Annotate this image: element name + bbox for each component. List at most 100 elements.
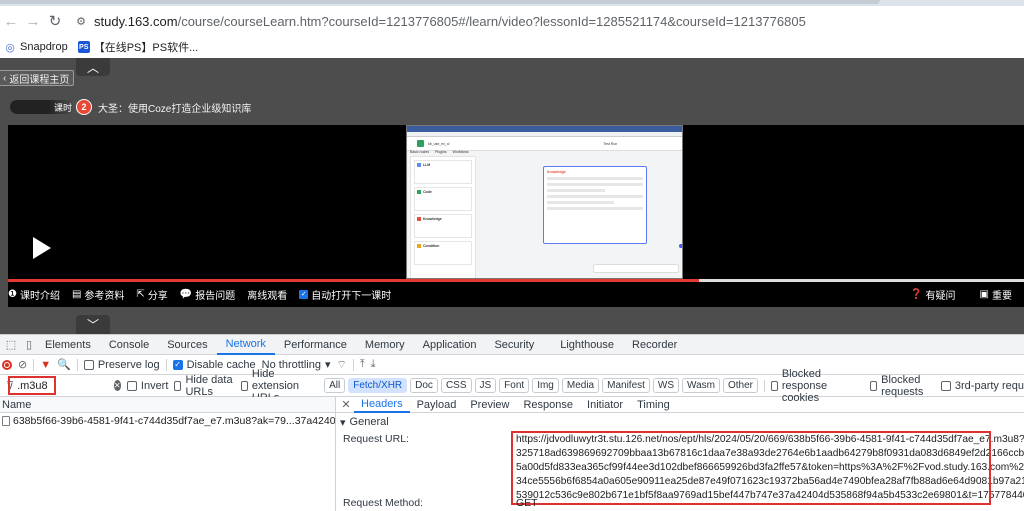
name-column-header[interactable]: Name xyxy=(0,397,335,413)
tab-response[interactable]: Response xyxy=(516,397,580,413)
document-icon: ▤ xyxy=(71,288,82,300)
preserve-log-checkbox[interactable]: Preserve log xyxy=(83,358,160,371)
tab-headers[interactable]: Headers xyxy=(354,397,410,413)
filter-chip-doc[interactable]: Doc xyxy=(410,378,438,393)
play-icon[interactable] xyxy=(33,237,51,259)
ps-icon: PS xyxy=(77,41,90,53)
question-icon: ❓ xyxy=(910,288,923,300)
request-name: 638b5f66-39b6-4581-9f41-c744d35df7ae_e7.… xyxy=(13,415,335,427)
filter-chip-img[interactable]: Img xyxy=(532,378,559,393)
resource-type-chips: All Fetch/XHR Doc CSS JS Font Img Media Manifest… xyxy=(324,378,758,393)
question-button[interactable]: ❓ 有疑问 xyxy=(910,287,955,302)
tab-sources[interactable]: Sources xyxy=(158,335,216,355)
checkbox-checked-icon: ✓ xyxy=(172,359,183,370)
tab-performance[interactable]: Performance xyxy=(275,335,356,355)
filter-chip-css[interactable]: CSS xyxy=(440,378,472,393)
tab-recorder[interactable]: Recorder xyxy=(623,335,686,355)
course-page: ︿ ‹ 返回课程主页 课时 2 大圣：使用Coze打造企业级知识库 kb_use… xyxy=(0,58,1024,334)
checkbox-label: 3rd-party requ xyxy=(954,379,1024,392)
url-host: study.163.com xyxy=(94,13,178,29)
report-button[interactable]: 💬 报告问题 xyxy=(180,287,235,302)
checkbox-icon xyxy=(174,380,182,391)
reference-button[interactable]: ▤ 参考资料 xyxy=(72,287,124,302)
inspect-icon[interactable]: ⬚ xyxy=(4,338,18,351)
table-row[interactable]: 638b5f66-39b6-4581-9f41-c744d35df7ae_e7.… xyxy=(0,413,335,429)
tab-console[interactable]: Console xyxy=(100,335,158,355)
third-party-checkbox[interactable]: 3rd-party requ xyxy=(940,379,1024,392)
checkbox-label: Preserve log xyxy=(97,358,160,371)
filter-chip-fetch-xhr[interactable]: Fetch/XHR xyxy=(348,378,408,393)
wifi-icon[interactable]: ⌔ xyxy=(337,358,347,372)
tab-initiator[interactable]: Initiator xyxy=(580,397,630,413)
clear-filter-icon[interactable]: ✕ xyxy=(113,380,121,391)
forward-arrow-icon[interactable]: → xyxy=(22,10,44,32)
hide-data-urls-checkbox[interactable]: Hide data URLs xyxy=(174,374,234,398)
detail-tabs: ✕ Headers Payload Preview Response Initi… xyxy=(336,397,1024,413)
search-icon[interactable]: 🔍 xyxy=(57,358,71,371)
bookmark-ps[interactable]: PS 【在线PS】PS软件... xyxy=(77,39,198,55)
checkbox-icon xyxy=(870,380,878,391)
frame-node-title: Knowledge xyxy=(547,170,566,174)
network-body: Name 638b5f66-39b6-4581-9f41-c744d35df7a… xyxy=(0,397,1024,511)
chevron-down-icon: ▾ xyxy=(324,359,331,371)
device-toggle-icon[interactable]: ▯ xyxy=(22,338,36,351)
frame-card-title: Code xyxy=(423,190,432,194)
invert-checkbox[interactable]: Invert xyxy=(126,380,168,392)
lesson-pill[interactable]: 课时 xyxy=(10,100,80,114)
clear-icon[interactable]: ⊘ xyxy=(18,358,27,371)
filter-chip-manifest[interactable]: Manifest xyxy=(602,378,650,393)
offline-button[interactable]: 离线观看 xyxy=(247,287,287,302)
video-control-bar: ❶ 课时介绍 ▤ 参考资料 ⇱ 分享 💬 报告问题 离线观看 ✓ 自动打开下一课时 ❓ 有疑… xyxy=(8,282,1024,306)
chevron-down-icon[interactable]: ﹀ xyxy=(76,315,110,334)
upload-icon[interactable]: ⤒ xyxy=(360,358,365,371)
download-icon[interactable]: ⤓ xyxy=(371,358,376,371)
checkbox-icon xyxy=(240,380,248,391)
tab-timing[interactable]: Timing xyxy=(630,397,677,413)
auto-next-checkbox[interactable]: ✓ 自动打开下一课时 xyxy=(299,287,391,302)
filter-chip-js[interactable]: JS xyxy=(474,378,497,393)
tab-application[interactable]: Application xyxy=(414,335,486,355)
share-button[interactable]: ⇱ 分享 xyxy=(136,287,167,302)
filter-chip-other[interactable]: Other xyxy=(722,378,758,393)
control-label: 离线观看 xyxy=(247,290,288,302)
close-icon[interactable]: ✕ xyxy=(338,398,354,411)
frame-node-list: LLM Code Knowledge Condition xyxy=(410,156,476,278)
chevron-up-icon[interactable]: ︿ xyxy=(76,58,110,76)
filter-input[interactable]: ⊽ .m3u8 xyxy=(2,375,56,395)
frame-card-title: Knowledge xyxy=(423,217,442,221)
tab-lighthouse[interactable]: Lighthouse xyxy=(551,335,623,355)
record-icon[interactable] xyxy=(2,359,12,370)
tab-memory[interactable]: Memory xyxy=(356,335,414,355)
snapdrop-icon: ◎ xyxy=(4,41,16,54)
filter-chip-font[interactable]: Font xyxy=(499,378,530,393)
bookmark-snapdrop[interactable]: ◎ Snapdrop xyxy=(4,41,68,54)
tab-security[interactable]: Security xyxy=(485,335,543,355)
filter-chip-all[interactable]: All xyxy=(324,378,346,393)
tab-payload[interactable]: Payload xyxy=(410,397,464,413)
filter-chip-media[interactable]: Media xyxy=(561,378,600,393)
lesson-row: 课时 2 大圣：使用Coze打造企业级知识库 xyxy=(10,99,251,115)
frame-tab: Basic nodes xyxy=(410,150,430,154)
back-to-course-button[interactable]: ‹ 返回课程主页 xyxy=(0,70,75,86)
site-info-icon[interactable]: ⚙ xyxy=(72,12,90,30)
url-field[interactable]: study.163.com/course/courseLearn.htm?cou… xyxy=(94,14,806,29)
filter-chip-ws[interactable]: WS xyxy=(652,378,680,393)
filter-icon[interactable]: ▼ xyxy=(40,359,51,371)
filter-chip-wasm[interactable]: Wasm xyxy=(682,378,720,393)
general-label: General xyxy=(349,416,389,428)
tab-elements[interactable]: Elements xyxy=(36,335,100,355)
lesson-title: 大圣：使用Coze打造企业级知识库 xyxy=(98,103,252,115)
checkbox-icon xyxy=(83,359,94,370)
tab-preview[interactable]: Preview xyxy=(463,397,516,413)
important-button[interactable]: ▣ 重要 xyxy=(980,287,1012,302)
back-arrow-icon[interactable]: ← xyxy=(0,10,22,32)
control-label: 有疑问 xyxy=(925,290,956,302)
checkbox-label: Blocked requests xyxy=(881,373,924,398)
tab-network[interactable]: Network xyxy=(216,335,275,355)
general-section-toggle[interactable]: ▾ General xyxy=(336,413,1024,431)
request-detail: ✕ Headers Payload Preview Response Initi… xyxy=(336,397,1024,511)
reload-icon[interactable]: ↻ xyxy=(44,10,66,32)
lesson-intro-button[interactable]: ❶ 课时介绍 xyxy=(8,287,60,302)
blocked-requests-checkbox[interactable]: Blocked requests xyxy=(870,374,935,398)
chat-icon: 💬 xyxy=(179,288,193,300)
